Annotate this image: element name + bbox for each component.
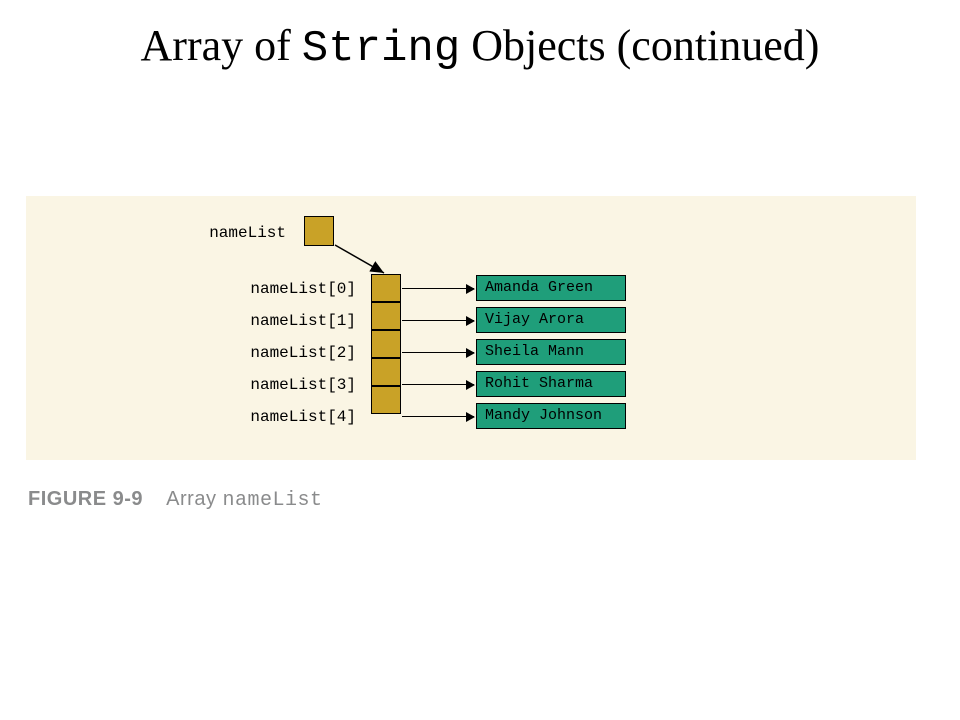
array-diagram: nameList nameList[0] Amanda Green nameLi…	[26, 196, 916, 460]
string-box-4: Mandy Johnson	[476, 403, 626, 429]
elem-box-0	[371, 274, 401, 302]
elem-box-4	[371, 386, 401, 414]
string-box-2: Sheila Mann	[476, 339, 626, 365]
string-box-3: Rohit Sharma	[476, 371, 626, 397]
title-suffix: Objects (continued)	[460, 21, 819, 70]
caption-mono: nameList	[223, 489, 323, 512]
caption-prefix: Array	[166, 488, 222, 510]
slide: Array of String Objects (continued) name…	[0, 0, 960, 720]
string-box-1: Vijay Arora	[476, 307, 626, 333]
ref-box	[304, 216, 334, 246]
elem-arrow-1	[402, 320, 474, 321]
slide-title: Array of String Objects (continued)	[0, 0, 960, 77]
elem-label-4: nameList[4]	[226, 408, 356, 426]
ref-label: nameList	[176, 224, 286, 242]
elem-label-3: nameList[3]	[226, 376, 356, 394]
elem-label-1: nameList[1]	[226, 312, 356, 330]
elem-arrow-4	[402, 416, 474, 417]
elem-box-1	[371, 302, 401, 330]
title-prefix: Array of	[141, 21, 302, 70]
elem-label-0: nameList[0]	[226, 280, 356, 298]
elem-label-2: nameList[2]	[226, 344, 356, 362]
elem-box-2	[371, 330, 401, 358]
title-mono: String	[302, 24, 460, 74]
string-box-0: Amanda Green	[476, 275, 626, 301]
elem-arrow-2	[402, 352, 474, 353]
elem-arrow-0	[402, 288, 474, 289]
elem-arrow-3	[402, 384, 474, 385]
figure-panel: nameList nameList[0] Amanda Green nameLi…	[26, 196, 916, 460]
elem-box-3	[371, 358, 401, 386]
caption-tag: FIGURE 9-9	[28, 488, 143, 510]
figure-caption: FIGURE 9-9 Array nameList	[28, 488, 323, 512]
